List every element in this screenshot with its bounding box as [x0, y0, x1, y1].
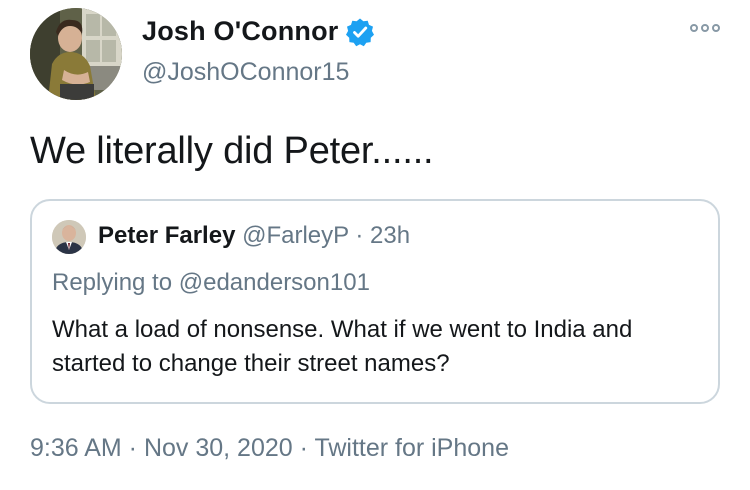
- replying-to-label: Replying to @edanderson101: [52, 269, 370, 296]
- quoted-author-handle[interactable]: @FarleyP: [242, 222, 349, 249]
- tweet: Josh O'Connor @JoshOConnor15 We literall…: [0, 0, 750, 490]
- author-display-name[interactable]: Josh O'Connor: [142, 16, 375, 47]
- footer-separator: ·: [292, 434, 315, 462]
- author-handle[interactable]: @JoshOConnor15: [142, 58, 349, 87]
- tweet-time[interactable]: 9:36 AM: [30, 434, 122, 462]
- quoted-tweet-age[interactable]: 23h: [370, 222, 410, 249]
- author-name-text: Josh O'Connor: [142, 16, 339, 46]
- tweet-date[interactable]: Nov 30, 2020: [144, 434, 293, 462]
- footer-separator: ·: [121, 434, 144, 462]
- verified-badge-icon: [345, 17, 375, 47]
- more-options-icon[interactable]: [690, 24, 720, 32]
- quoted-tweet-text: What a load of nonsense. What if we went…: [52, 316, 633, 377]
- tweet-source[interactable]: Twitter for iPhone: [314, 434, 509, 462]
- quoted-author-name[interactable]: Peter Farley: [98, 222, 235, 249]
- quoted-author-avatar[interactable]: [52, 220, 86, 254]
- author-avatar[interactable]: [30, 8, 122, 100]
- tweet-timestamp-footer: 9:36 AM · Nov 30, 2020 · Twitter for iPh…: [30, 434, 509, 463]
- more-dot: [712, 24, 720, 32]
- more-dot: [690, 24, 698, 32]
- tweet-text: We literally did Peter......: [30, 130, 434, 172]
- more-dot: [701, 24, 709, 32]
- quoted-tweet-header: Peter Farley @FarleyP · 23h: [98, 222, 410, 250]
- meta-separator: ·: [348, 222, 371, 249]
- quoted-tweet-card[interactable]: Peter Farley @FarleyP · 23h Replying to …: [30, 199, 720, 404]
